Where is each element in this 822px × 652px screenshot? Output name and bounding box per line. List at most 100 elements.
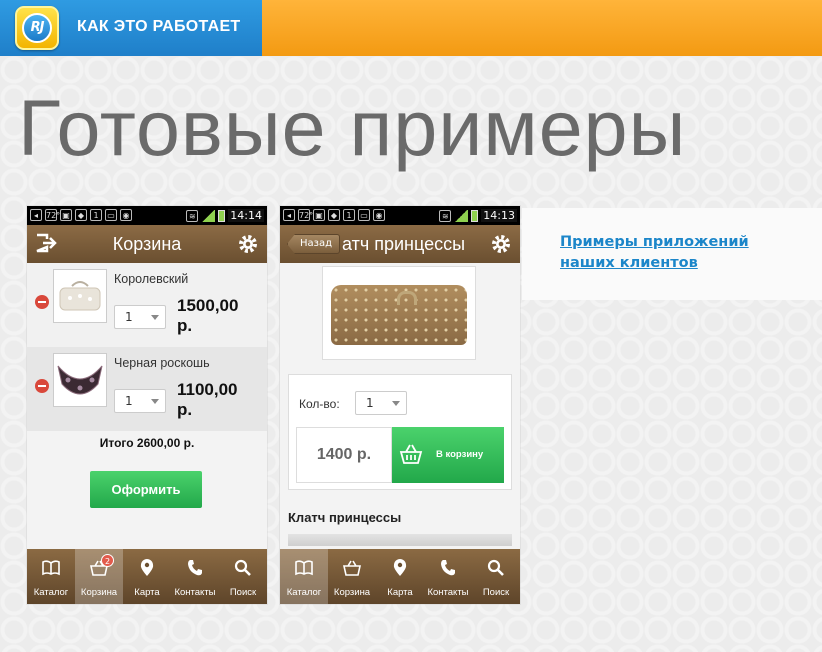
item-name: Королевский	[114, 272, 189, 286]
quantity-label: Кол-во:	[299, 397, 340, 411]
item-name: Черная роскошь	[114, 356, 210, 370]
chevron-down-icon	[392, 401, 400, 406]
battery-icon	[218, 209, 226, 222]
tab-contacts[interactable]: Контакты	[424, 549, 472, 604]
wifi-icon: ≋	[439, 209, 452, 222]
client-examples-link[interactable]: Примеры приложений наших клиентов	[560, 232, 800, 274]
gear-icon[interactable]	[237, 233, 259, 255]
remove-item-icon[interactable]	[35, 295, 49, 309]
quantity-value: 1	[125, 394, 133, 408]
screen-title: Корзина	[112, 234, 182, 254]
tab-catalog[interactable]: Каталог	[280, 549, 328, 604]
tab-cart[interactable]: 2 Корзина	[75, 549, 123, 604]
image-icon: ▣	[60, 209, 72, 221]
quantity-select[interactable]: 1	[114, 389, 166, 413]
tab-contacts[interactable]: Контакты	[171, 549, 219, 604]
battery-icon	[471, 209, 479, 222]
logo[interactable]: RJ	[15, 6, 59, 50]
search-icon	[487, 559, 504, 576]
app-bar: Корзина	[27, 225, 267, 263]
clutch-clasp	[397, 291, 417, 305]
remove-item-icon[interactable]	[35, 379, 49, 393]
clock: 14:13	[481, 209, 517, 222]
tab-label: Поиск	[229, 587, 257, 598]
dropbox-icon: ◆	[75, 209, 87, 221]
product-thumbnail[interactable]	[53, 353, 107, 407]
tab-search[interactable]: Поиск	[219, 549, 267, 604]
wifi-icon: ≋	[186, 209, 199, 222]
back-button[interactable]: Назад	[287, 234, 341, 254]
item-price: 1500,00 р.	[177, 296, 239, 335]
phone-icon	[441, 560, 455, 576]
back-notification-icon: ◂	[30, 209, 42, 221]
status-bar: ◂ 72° ▣ ◆ 1 ▭ ◉ ≋ 14:13	[280, 206, 520, 225]
cart-count-badge: 2	[101, 554, 114, 567]
top-bar-left: RJ КАК ЭТО РАБОТАЕТ	[0, 0, 262, 56]
dropbox-icon: ◆	[328, 209, 340, 221]
temperature-icon: 72°	[45, 209, 61, 221]
clock: 14:14	[228, 209, 264, 222]
back-notification-icon: ◂	[283, 209, 295, 221]
image-icon: ▣	[313, 209, 325, 221]
basket-icon	[343, 560, 361, 576]
tab-label: Каталог	[286, 587, 322, 598]
tab-label: Корзина	[333, 587, 371, 598]
map-pin-icon	[393, 559, 407, 576]
quantity-value: 1	[125, 310, 133, 324]
tab-label: Поиск	[482, 587, 510, 598]
tab-label: Контакты	[427, 587, 469, 598]
top-bar: RJ КАК ЭТО РАБОТАЕТ	[0, 0, 822, 56]
cart-item: Королевский 1 1500,00 р.	[27, 263, 267, 347]
cart-item: Черная роскошь 1 1100,00 р.	[27, 347, 267, 431]
file-icon: ▭	[358, 209, 370, 221]
basket-icon	[399, 444, 423, 464]
how-it-works-link[interactable]: КАК ЭТО РАБОТАЕТ	[77, 18, 241, 36]
app-bar: Назад атч принцессы	[280, 225, 520, 263]
android-icon: ◉	[373, 209, 385, 221]
product-title: Клатч принцессы	[288, 510, 402, 525]
page-title: Готовые примеры	[18, 83, 687, 172]
map-pin-icon	[140, 559, 154, 576]
logo-mark: RJ	[22, 13, 52, 43]
tab-map[interactable]: Карта	[123, 549, 171, 604]
quantity-select[interactable]: 1	[355, 391, 407, 415]
android-icon: ◉	[120, 209, 132, 221]
signal-icon	[201, 209, 216, 222]
phone-screenshot-product: ◂ 72° ▣ ◆ 1 ▭ ◉ ≋ 14:13 Назад атч принце…	[280, 206, 520, 604]
phone-screenshot-cart: ◂ 72° ▣ ◆ 1 ▭ ◉ ≋ 14:14 Корзина Королевс…	[27, 206, 267, 604]
tab-catalog[interactable]: Каталог	[27, 549, 75, 604]
book-icon	[295, 560, 313, 576]
phone-icon	[188, 560, 202, 576]
calendar-icon: 1	[343, 209, 355, 221]
tab-label: Карта	[387, 587, 413, 598]
chevron-down-icon	[151, 315, 159, 320]
tab-bar: Каталог Корзина Карта Контакты Поиск	[280, 549, 520, 604]
side-panel: Примеры приложений наших клиентов	[522, 208, 822, 300]
purchase-box: Кол-во: 1 1400 р. В корзину	[288, 374, 512, 490]
tab-search[interactable]: Поиск	[472, 549, 520, 604]
description-bar	[288, 534, 512, 546]
add-to-cart-label: В корзину	[436, 449, 484, 460]
product-image[interactable]	[322, 266, 476, 360]
tab-label: Корзина	[80, 587, 118, 598]
temperature-icon: 72°	[298, 209, 314, 221]
tab-label: Карта	[134, 587, 160, 598]
chevron-down-icon	[151, 399, 159, 404]
checkout-button[interactable]: Оформить	[90, 471, 202, 508]
gear-icon[interactable]	[490, 233, 512, 255]
tab-cart[interactable]: Корзина	[328, 549, 376, 604]
item-price: 1100,00 р.	[177, 380, 238, 419]
add-to-cart-button[interactable]: В корзину	[392, 427, 504, 483]
tab-label: Каталог	[33, 587, 69, 598]
file-icon: ▭	[105, 209, 117, 221]
product-thumbnail[interactable]	[53, 269, 107, 323]
tab-map[interactable]: Карта	[376, 549, 424, 604]
clutch-photo	[331, 285, 467, 345]
cart-total: Итого 2600,00 р.	[99, 436, 195, 450]
top-bar-right	[262, 0, 822, 56]
tab-label: Контакты	[174, 587, 216, 598]
signal-icon	[454, 209, 469, 222]
quantity-select[interactable]: 1	[114, 305, 166, 329]
search-icon	[234, 559, 251, 576]
product-price: 1400 р.	[296, 427, 392, 483]
